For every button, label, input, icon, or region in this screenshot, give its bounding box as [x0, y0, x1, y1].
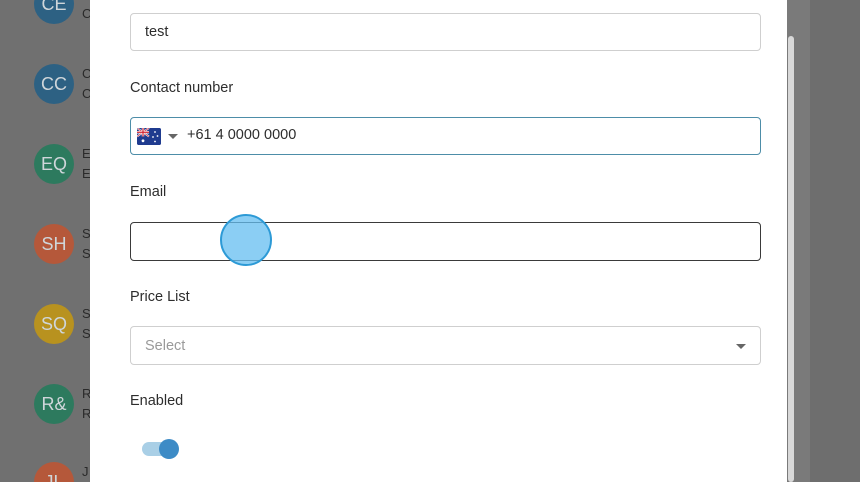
list-item: CE C C — [34, 0, 90, 24]
country-dropdown-chevron-icon[interactable] — [168, 134, 178, 139]
enabled-label: Enabled — [130, 393, 184, 409]
list-item-line2: C — [82, 86, 90, 101]
list-item-line1: C — [82, 0, 90, 1]
avatar: CC — [34, 64, 74, 104]
australia-flag-icon[interactable] — [137, 128, 161, 145]
australia-flag-graphic — [137, 128, 161, 145]
price-list-select[interactable]: Select — [130, 326, 761, 365]
list-item-line2: C — [82, 6, 90, 21]
list-item: CC C C — [34, 64, 90, 104]
price-list-chevron-down-icon[interactable] — [736, 344, 746, 349]
click-indicator — [220, 214, 272, 266]
price-list-placeholder: Select — [145, 337, 186, 354]
list-item: EQ E E — [34, 144, 90, 184]
contact-number-label: Contact number — [130, 80, 234, 96]
avatar: JL — [34, 462, 74, 482]
contact-number-value: +61 4 0000 0000 — [187, 127, 297, 143]
list-item: R& R R — [34, 384, 90, 424]
background-contact-list: CE C C CC C C EQ E E SH S S SQ S S R& R … — [0, 0, 90, 482]
name-field[interactable]: test — [130, 13, 761, 51]
email-label: Email — [130, 184, 167, 200]
list-item-line1: C — [82, 66, 90, 81]
enabled-toggle-knob[interactable] — [159, 439, 179, 459]
list-item-line1: R — [82, 386, 90, 401]
avatar: R& — [34, 384, 74, 424]
list-item-line1: J — [82, 464, 89, 479]
list-item-line1: E — [82, 146, 90, 161]
avatar: SH — [34, 224, 74, 264]
list-item-line1: S — [82, 306, 90, 321]
avatar: SQ — [34, 304, 74, 344]
list-item-line2: R — [82, 406, 90, 421]
list-item-line1: S — [82, 226, 90, 241]
list-item-line2: S — [82, 326, 90, 341]
name-field-value: test — [145, 24, 169, 40]
list-item: SQ S S — [34, 304, 90, 344]
list-item-line2: E — [82, 166, 90, 181]
avatar: EQ — [34, 144, 74, 184]
avatar: CE — [34, 0, 74, 24]
background-overlay-right — [810, 0, 860, 482]
modal-scrollbar-thumb[interactable] — [788, 36, 794, 482]
price-list-label: Price List — [130, 289, 190, 305]
list-item: JL J — [34, 462, 90, 482]
list-item: SH S S — [34, 224, 90, 264]
list-item-line2: S — [82, 246, 90, 261]
